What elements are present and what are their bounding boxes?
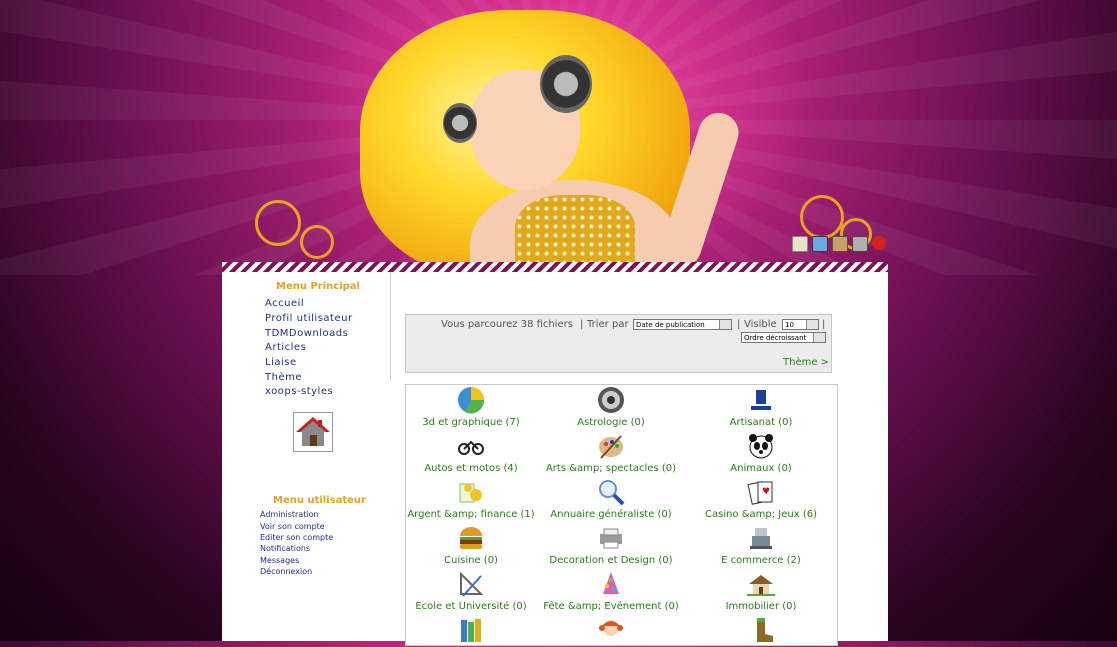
menu-item-xoops-styles[interactable]: xoops-styles	[265, 386, 333, 397]
visible-select-value: 10	[785, 321, 794, 329]
category-label: Decoration et Design (0)	[549, 555, 673, 566]
images-icon[interactable]	[832, 236, 848, 252]
category-label: Argent &amp; finance (1)	[407, 509, 535, 520]
category-label: Ecole et Université (0)	[415, 601, 527, 612]
category-astrologie[interactable]: Astrologie (0)	[531, 386, 691, 428]
category-3d-graphique[interactable]: 3d et graphique (7)	[391, 386, 551, 428]
money-icon	[459, 483, 482, 503]
pie-chart-icon	[458, 387, 485, 414]
printer-icon	[600, 528, 622, 549]
category-annuaire[interactable]: Annuaire généraliste (0)	[531, 478, 691, 520]
visible-label: Visible	[744, 319, 777, 330]
category-argent-finance[interactable]: Argent &amp; finance (1)	[391, 478, 551, 520]
category-decoration-design[interactable]: Decoration et Design (0)	[531, 524, 691, 566]
separator: |	[580, 319, 584, 330]
category-row6-col1[interactable]	[391, 616, 551, 647]
category-row6-col2[interactable]	[531, 616, 691, 647]
category-label: Casino &amp; Jeux (6)	[705, 509, 817, 520]
category-arts-spectacles[interactable]: Arts &amp; spectacles (0)	[531, 432, 691, 474]
party-icon	[603, 572, 619, 594]
sort-select[interactable]: Date de publication	[633, 319, 732, 330]
home-icon[interactable]	[293, 412, 333, 452]
banner-swirl-left	[255, 200, 301, 246]
tools-icon[interactable]	[852, 236, 868, 252]
books-icon	[461, 619, 481, 642]
user-menu-voir-compte[interactable]: Voir son compte	[260, 522, 325, 531]
header-banner	[0, 0, 1117, 275]
category-label: Astrologie (0)	[577, 417, 645, 428]
panda-icon	[749, 434, 773, 459]
category-immobilier[interactable]: Immobilier (0)	[681, 570, 841, 612]
burger-icon	[460, 527, 482, 549]
category-label: Annuaire généraliste (0)	[550, 509, 672, 520]
category-label: Animaux (0)	[730, 463, 792, 474]
house-icon	[747, 575, 775, 596]
girl-icon	[599, 620, 623, 636]
theme-link[interactable]: Thème >	[783, 357, 829, 368]
menu-item-accueil[interactable]: Accueil	[265, 298, 304, 309]
user-menu-messages[interactable]: Messages	[260, 556, 299, 565]
power-icon[interactable]	[872, 236, 886, 250]
cards-icon: ♥	[747, 481, 773, 505]
visible-select[interactable]: 10	[782, 319, 819, 330]
users-icon[interactable]	[812, 236, 828, 252]
order-select[interactable]: Ordre décroissant	[741, 332, 826, 343]
category-animaux[interactable]: Animaux (0)	[681, 432, 841, 474]
chevron-down-icon	[813, 333, 825, 342]
menu-item-liaise[interactable]: Liaise	[265, 357, 297, 368]
category-artisanat[interactable]: Artisanat (0)	[681, 386, 841, 428]
menu-item-tdmdownloads[interactable]: TDMDownloads	[265, 328, 348, 339]
category-casino-jeux[interactable]: ♥ Casino &amp; Jeux (6)	[681, 478, 841, 520]
category-label: Cuisine (0)	[444, 555, 498, 566]
sort-label: Trier par	[587, 319, 629, 330]
headphone-icon	[540, 55, 592, 113]
separator: |	[822, 319, 826, 330]
user-menu-editer-compte[interactable]: Editer son compte	[260, 533, 333, 542]
chevron-down-icon	[719, 320, 731, 329]
user-menu-administration[interactable]: Administration	[260, 510, 319, 519]
category-label: Immobilier (0)	[725, 601, 797, 612]
banner-swirl-right	[800, 195, 844, 239]
main-menu-title: Menu Principal	[276, 281, 360, 292]
user-menu-title: Menu utilisateur	[273, 495, 366, 506]
artisan-logo-icon	[751, 390, 771, 410]
menu-item-articles[interactable]: Articles	[265, 342, 306, 353]
user-menu-notifications[interactable]: Notifications	[260, 544, 310, 553]
headphone-ear-icon	[443, 103, 477, 143]
category-label: Autos et motos (4)	[424, 463, 518, 474]
separator: |	[737, 319, 741, 330]
crab-icon	[598, 387, 624, 413]
magnifier-icon	[599, 480, 625, 506]
category-fete-evenement[interactable]: Fête &amp; Evénement (0)	[531, 570, 691, 612]
drafting-icon	[460, 571, 484, 597]
browsing-count-text: Vous parcourez 38 fichiers	[441, 319, 573, 330]
category-label: Fête &amp; Evénement (0)	[543, 601, 679, 612]
category-label: 3d et graphique (7)	[422, 417, 520, 428]
banner-stripe	[222, 262, 888, 272]
motorcycle-icon	[458, 440, 484, 455]
order-select-value: Ordre décroissant	[744, 334, 807, 342]
palette-icon	[599, 435, 623, 459]
category-label: Artisanat (0)	[729, 417, 793, 428]
sort-select-value: Date de publication	[636, 321, 705, 329]
user-menu-deconnexion[interactable]: Déconnexion	[260, 567, 312, 576]
menu-item-theme[interactable]: Thème	[265, 372, 302, 383]
chevron-down-icon	[806, 320, 818, 329]
notes-icon[interactable]	[792, 236, 808, 252]
category-autos-motos[interactable]: Autos et motos (4)	[391, 432, 551, 474]
category-label: E commerce (2)	[721, 555, 801, 566]
category-e-commerce[interactable]: E commerce (2)	[681, 524, 841, 566]
banner-swirl-left-2	[300, 225, 334, 259]
header-toolbar	[792, 236, 886, 252]
cash-register-icon	[750, 528, 772, 549]
boot-icon	[757, 618, 773, 642]
menu-item-profil[interactable]: Profil utilisateur	[265, 313, 353, 324]
category-label: Arts &amp; spectacles (0)	[545, 463, 677, 474]
category-ecole-universite[interactable]: Ecole et Université (0)	[391, 570, 551, 612]
category-row6-col3[interactable]	[681, 616, 841, 647]
svg-text:♥: ♥	[762, 487, 770, 497]
category-cuisine[interactable]: Cuisine (0)	[391, 524, 551, 566]
